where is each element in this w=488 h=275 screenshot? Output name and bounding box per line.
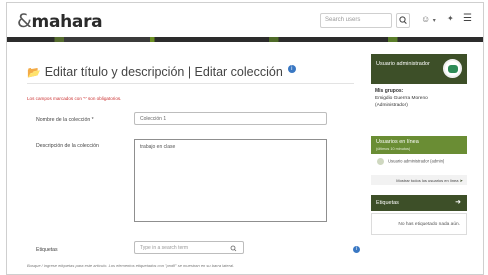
info-icon[interactable]: i — [287, 65, 296, 73]
admin-profile-block[interactable]: Usuario administrador — [371, 54, 467, 84]
tags-help-text: Busque / ingrese etiquetas para este art… — [27, 263, 235, 268]
show-all-online-text: Mostrar todos los usuarios en línea — [396, 178, 459, 183]
tags-info-icon[interactable]: i — [353, 246, 360, 253]
tags-empty-message: No has etiquetado nada aún. — [371, 213, 467, 235]
search-users-input[interactable]: Search users — [320, 13, 392, 28]
hamburger-icon: ☰ — [463, 13, 472, 24]
search-icon — [399, 16, 407, 24]
online-users-subtitle: (últimos 10 minutos) — [376, 147, 411, 151]
profile-avatar[interactable] — [443, 59, 462, 78]
my-groups-heading: Mis grupos: — [375, 88, 404, 94]
mahara-logo[interactable]: &mahara — [17, 10, 103, 32]
search-icon — [230, 245, 237, 252]
user-avatar-icon: ☺ — [421, 14, 431, 24]
group-role: (Administrador) — [375, 103, 408, 108]
admin-profile-title: Usuario administrador — [376, 61, 430, 67]
arrow-right-icon: ➜ — [455, 199, 461, 206]
search-button[interactable] — [396, 13, 410, 28]
show-all-online-users-link[interactable]: Mostrar todos los usuarios en línea ➤ — [371, 175, 467, 185]
online-users-title: Usuarios en línea — [376, 139, 419, 145]
wrench-icon: ✦ — [447, 14, 454, 23]
collection-name-input[interactable]: Colección 1 — [134, 112, 327, 125]
user-menu-button[interactable]: ☺ ▾ — [421, 14, 436, 24]
page-title-text: Editar título y descripción | Editar col… — [44, 65, 283, 79]
page-title: 📂 Editar título y descripción | Editar co… — [27, 65, 296, 79]
title-divider — [27, 83, 354, 84]
folder-icon: 📂 — [27, 67, 41, 79]
arrow-right-circle-icon: ➤ — [459, 178, 463, 183]
logo-text: mahara — [31, 12, 103, 32]
tags-placeholder: Type in a search term — [140, 245, 189, 251]
collection-name-label: Nombre de la colección * — [36, 117, 94, 123]
logo-mark-icon: & — [17, 10, 32, 32]
tags-label: Etiquetas — [36, 247, 58, 253]
group-link[interactable]: Emigdio Guerrra Moreno — [375, 96, 428, 101]
chevron-down-icon: ▾ — [432, 18, 436, 24]
avatar-image-icon — [448, 65, 458, 73]
admin-wrench-button[interactable]: ✦ — [447, 14, 454, 23]
tags-sidebar-block[interactable]: Etiquetas ➜ — [371, 195, 467, 211]
collection-description-textarea[interactable]: trabajo en clase — [134, 139, 327, 222]
top-header: &mahara Search users ☺ ▾ ✦ ☰ — [7, 3, 483, 37]
tags-search-input[interactable]: Type in a search term — [134, 241, 244, 254]
user-avatar-icon — [377, 158, 384, 165]
my-groups: Mis grupos: Emigdio Guerrra Moreno (Admi… — [375, 88, 428, 109]
main-menu-button[interactable]: ☰ — [463, 13, 472, 24]
collection-description-label: Descripción de la colección — [36, 143, 99, 149]
required-note: Los campos marcados con '*' son obligato… — [27, 96, 122, 101]
online-user-name: Usuario administrador (admin) — [388, 158, 445, 164]
online-users-block: Usuarios en línea (últimos 10 minutos) — [371, 136, 467, 154]
decorative-header-stripe — [7, 37, 483, 42]
tags-sidebar-title: Etiquetas — [376, 200, 399, 206]
online-user-item[interactable]: Usuario administrador (admin) — [377, 158, 444, 165]
